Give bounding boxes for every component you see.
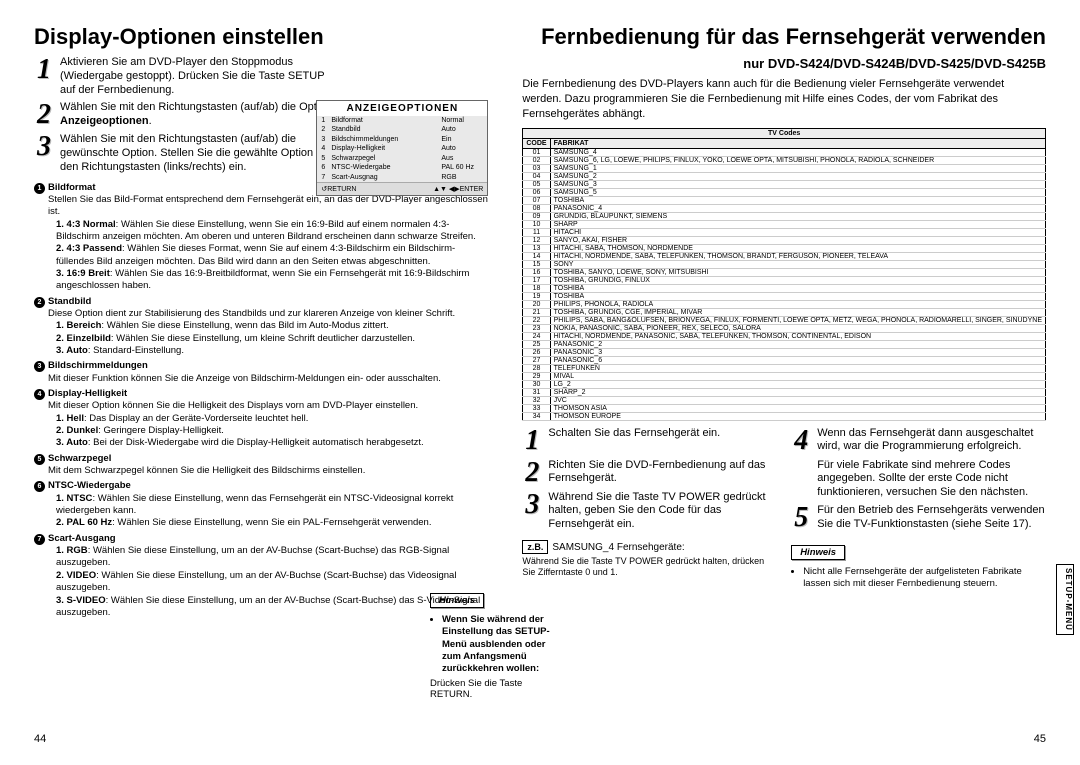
right-intro: Die Fernbedienung des DVD-Players kann a… [522,77,1046,122]
detail-4: 4Display-HelligkeitMit dieser Option kön… [34,388,488,450]
right-page: Fernbedienung für das Fernsehgerät verwe… [508,24,1046,745]
step-2: 2 Wählen Sie mit den Richtungstasten (au… [34,101,334,129]
table-row: 01SAMSUNG_4 [523,148,1046,156]
option-details: 1BildformatStellen Sie das Bild-Format e… [34,179,488,622]
detail-5: 5SchwarzpegelMit dem Schwarzpegel können… [34,453,488,478]
step-3: 3 Wählen Sie mit den Richtungstasten (au… [34,133,334,174]
left-steps: 1 Aktivieren Sie am DVD-Player den Stopp… [34,56,334,175]
osd-row: 6NTSC-WiedergabePAL 60 Hz [317,163,487,172]
osd-row: 4Display-HelligkeitAuto [317,144,487,153]
right-title: Fernbedienung für das Fernsehgerät verwe… [522,24,1046,50]
table-row: 21TOSHIBA, GRUNDIG, CGE, IMPERIAL, MIVAR [523,308,1046,316]
table-row: 33THOMSON ASIA [523,404,1046,412]
table-row: 08PANASONIC_4 [523,204,1046,212]
table-row: 03SAMSUNG_1 [523,164,1046,172]
table-row: 17TOSHIBA, GRUNDIG, FINLUX [523,276,1046,284]
right-subtitle: nur DVD-S424/DVD-S424B/DVD-S425/DVD-S425… [522,56,1046,71]
table-row: 22PHILIPS, SABA, BANG&OLUFSEN, BRIONVEGA… [523,316,1046,324]
table-row: 28TELEFUNKEN [523,364,1046,372]
table-row: 26PANASONIC_3 [523,348,1046,356]
table-row: 12SANYO, AKAI, FISHER [523,236,1046,244]
detail-1: 1BildformatStellen Sie das Bild-Format e… [34,182,488,293]
table-row: 29MIVAL [523,372,1046,380]
detail-7: 7Scart-Ausgang1. RGB: Wählen Sie diese E… [34,533,488,619]
manual-spread: Display-Optionen einstellen 1 Aktivieren… [0,0,1080,765]
osd-row: 5SchwarzpegelAus [317,154,487,163]
table-row: 30LG_2 [523,380,1046,388]
table-row: 27PANASONIC_6 [523,356,1046,364]
detail-2: 2StandbildDiese Option dient zur Stabili… [34,296,488,358]
table-row: 14HITACHI, NORDMENDE, SABA, TELEFUNKEN, … [523,252,1046,260]
table-row: 20PHILIPS, PHONOLA, RADIOLA [523,300,1046,308]
right-hinweis: Hinweis Nicht alle Fernsehgeräte der auf… [791,542,1046,591]
table-row: 13HITACHI, SABA, THOMSON, NORDMENDE [523,244,1046,252]
table-row: 10SHARP [523,220,1046,228]
detail-3: 3BildschirmmeldungenMit dieser Funktion … [34,360,488,385]
osd-box: ANZEIGEOPTIONEN 1BildformatNormal2Standb… [316,100,488,196]
osd-title: ANZEIGEOPTIONEN [317,101,487,116]
page-number-left: 44 [34,733,46,745]
table-row: 05SAMSUNG_3 [523,180,1046,188]
table-row: 18TOSHIBA [523,284,1046,292]
table-row: 23NOKIA, PANASONIC, SABA, PIONEER, REX, … [523,324,1046,332]
enter-icon: ▲▼ ◀▶ENTER [433,185,483,193]
table-row: 32JVC [523,396,1046,404]
table-row: 16TOSHIBA, SANYO, LOEWE, SONY, MITSUBISH… [523,268,1046,276]
osd-row: 7Scart-AusgnagRGB [317,173,487,182]
table-row: 34THOMSON EUROPE [523,412,1046,420]
table-row: 07TOSHIBA [523,196,1046,204]
remote-steps: 1Schalten Sie das Fernsehgerät ein. 2Ric… [522,427,1046,591]
table-row: 06SAMSUNG_5 [523,188,1046,196]
example-line: z.B.SAMSUNG_4 Fernsehgeräte: [522,540,777,554]
osd-row: 2StandbildAuto [317,125,487,134]
table-row: 31SHARP_2 [523,388,1046,396]
table-row: 19TOSHIBA [523,292,1046,300]
table-row: 04SAMSUNG_2 [523,172,1046,180]
return-icon: ↺RETURN [321,185,356,193]
page-number-right: 45 [1034,733,1046,745]
table-row: 24HITACHI, NORDMENDE, PANASONIC, SABA, T… [523,332,1046,340]
table-row: 09GRUNDIG, BLAUPUNKT, SIEMENS [523,212,1046,220]
table-row: 25PANASONIC_2 [523,340,1046,348]
hinweis-tag: Hinweis [430,593,484,608]
step-1: 1 Aktivieren Sie am DVD-Player den Stopp… [34,56,334,97]
table-row: 11HITACHI [523,228,1046,236]
detail-6: 6NTSC-Wiedergabe1. NTSC: Wählen Sie dies… [34,480,488,529]
osd-row: 3BildschirmmeldungenEin [317,135,487,144]
table-row: 15SONY [523,260,1046,268]
left-page: Display-Optionen einstellen 1 Aktivieren… [34,24,508,745]
left-title: Display-Optionen einstellen [34,24,488,50]
table-row: 02SAMSUNG_6, LG, LOEWE, PHILIPS, FINLUX,… [523,156,1046,164]
side-tab: SETUP-MENÜ [1056,564,1074,635]
tv-codes-table: TV Codes CODEFABRIKAT 01SAMSUNG_402SAMSU… [522,128,1046,421]
osd-row: 1BildformatNormal [317,116,487,125]
